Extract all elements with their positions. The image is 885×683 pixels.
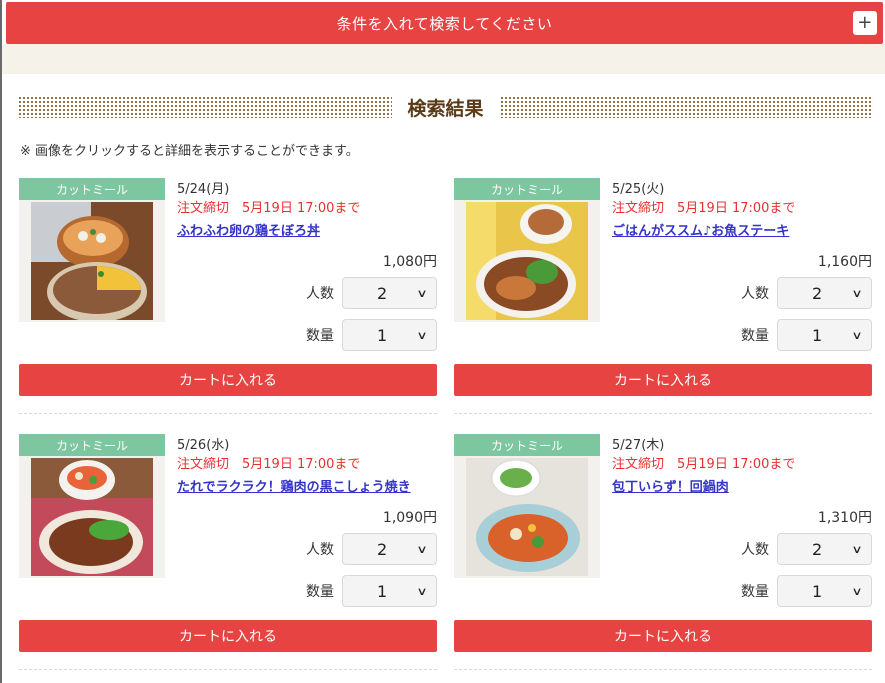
- servings-row: 人数 2 ∨: [306, 277, 437, 309]
- servings-label: 人数: [306, 542, 334, 558]
- quantity-select[interactable]: 1 ∨: [342, 575, 437, 607]
- quantity-label: 数量: [741, 584, 769, 600]
- servings-row: 人数 2 ∨: [741, 533, 872, 565]
- plus-icon[interactable]: +: [853, 11, 877, 35]
- add-to-cart-button[interactable]: カートに入れる: [454, 364, 872, 396]
- delivery-date: 5/24(月): [177, 182, 230, 197]
- twice-cooked-pork-photo: [466, 458, 588, 576]
- quantity-label: 数量: [306, 328, 334, 344]
- card-divider: [454, 413, 872, 414]
- product-price: 1,080円: [382, 254, 437, 270]
- cut-meal-tag: カットミール: [454, 178, 600, 200]
- quantity-value: 1: [377, 581, 388, 601]
- servings-select[interactable]: 2 ∨: [342, 533, 437, 565]
- chevron-down-icon: ∨: [416, 286, 428, 300]
- servings-select[interactable]: 2 ∨: [342, 277, 437, 309]
- chevron-down-icon: ∨: [851, 328, 863, 342]
- card-divider: [19, 669, 437, 670]
- fish-steak-photo: [466, 202, 588, 320]
- order-deadline: 注文締切 5月19日 17:00まで: [177, 457, 361, 472]
- cut-meal-tag: カットミール: [19, 434, 165, 456]
- servings-label: 人数: [741, 542, 769, 558]
- window-edge: [0, 0, 2, 683]
- product-name-link[interactable]: たれでラクラク！鶏肉の黒こしょう焼き: [177, 476, 411, 495]
- product-card: カットミール 5/26(水) 注文締切 5月19日 17:00まで たれでラクラ…: [19, 434, 437, 674]
- servings-value: 2: [377, 283, 388, 303]
- product-image[interactable]: カットミール: [19, 178, 165, 322]
- product-image[interactable]: カットミール: [19, 434, 165, 578]
- quantity-row: 数量 1 ∨: [306, 575, 437, 607]
- chevron-down-icon: ∨: [851, 542, 863, 556]
- product-price: 1,160円: [817, 254, 872, 270]
- search-bar-label: 条件を入れて検索してください: [336, 14, 553, 33]
- quantity-value: 1: [377, 325, 388, 345]
- chevron-down-icon: ∨: [416, 328, 428, 342]
- quantity-value: 1: [812, 581, 823, 601]
- chevron-down-icon: ∨: [851, 584, 863, 598]
- card-divider: [19, 413, 437, 414]
- servings-select[interactable]: 2 ∨: [777, 277, 872, 309]
- product-card: カットミール 5/27(木) 注文締切 5月19日 17:00まで 包丁いらず！…: [454, 434, 872, 674]
- servings-row: 人数 2 ∨: [306, 533, 437, 565]
- quantity-row: 数量 1 ∨: [741, 319, 872, 351]
- product-image[interactable]: カットミール: [454, 434, 600, 578]
- servings-value: 2: [812, 539, 823, 559]
- quantity-select[interactable]: 1 ∨: [342, 319, 437, 351]
- donburi-photo: [31, 202, 153, 320]
- cut-meal-tag: カットミール: [19, 178, 165, 200]
- quantity-label: 数量: [741, 328, 769, 344]
- product-card: カットミール 5/25(火) 注文締切 5月19日 17:00まで ごはんがスス…: [454, 178, 872, 418]
- order-deadline: 注文締切 5月19日 17:00まで: [177, 201, 361, 216]
- product-name-link[interactable]: ごはんがススム♪お魚ステーキ: [612, 220, 789, 239]
- chevron-down-icon: ∨: [416, 542, 428, 556]
- quantity-value: 1: [812, 325, 823, 345]
- delivery-date: 5/27(木): [612, 438, 665, 453]
- servings-label: 人数: [741, 286, 769, 302]
- quantity-row: 数量 1 ∨: [741, 575, 872, 607]
- click-hint-note: ※ 画像をクリックすると詳細を表示することができます。: [20, 144, 359, 159]
- servings-row: 人数 2 ∨: [741, 277, 872, 309]
- quantity-select[interactable]: 1 ∨: [777, 319, 872, 351]
- order-deadline: 注文締切 5月19日 17:00まで: [612, 201, 796, 216]
- dotted-rule-right: [499, 96, 874, 118]
- pepper-chicken-photo: [31, 458, 153, 576]
- chevron-down-icon: ∨: [416, 584, 428, 598]
- order-deadline: 注文締切 5月19日 17:00まで: [612, 457, 796, 472]
- delivery-date: 5/26(水): [177, 438, 230, 453]
- servings-value: 2: [377, 539, 388, 559]
- product-image[interactable]: カットミール: [454, 178, 600, 322]
- add-to-cart-button[interactable]: カートに入れる: [454, 620, 872, 652]
- servings-select[interactable]: 2 ∨: [777, 533, 872, 565]
- chevron-down-icon: ∨: [851, 286, 863, 300]
- quantity-row: 数量 1 ∨: [306, 319, 437, 351]
- results-title: 検索結果: [407, 97, 484, 120]
- add-to-cart-button[interactable]: カートに入れる: [19, 620, 437, 652]
- delivery-date: 5/25(火): [612, 182, 665, 197]
- quantity-label: 数量: [306, 584, 334, 600]
- card-divider: [454, 669, 872, 670]
- servings-label: 人数: [306, 286, 334, 302]
- search-toggle-bar[interactable]: 条件を入れて検索してください +: [6, 2, 883, 44]
- cut-meal-tag: カットミール: [454, 434, 600, 456]
- product-name-link[interactable]: ふわふわ卵の鶏そぼろ丼: [177, 220, 320, 239]
- results-heading: 検索結果: [18, 93, 874, 121]
- product-name-link[interactable]: 包丁いらず！回鍋肉: [612, 476, 729, 495]
- add-to-cart-button[interactable]: カートに入れる: [19, 364, 437, 396]
- product-price: 1,310円: [817, 510, 872, 526]
- product-card: カットミール 5/24(月) 注文締切 5月19日 17:00まで ふわふわ卵の…: [19, 178, 437, 418]
- quantity-select[interactable]: 1 ∨: [777, 575, 872, 607]
- search-panel-band: [2, 44, 885, 74]
- dotted-rule-left: [18, 96, 392, 118]
- product-price: 1,090円: [382, 510, 437, 526]
- servings-value: 2: [812, 283, 823, 303]
